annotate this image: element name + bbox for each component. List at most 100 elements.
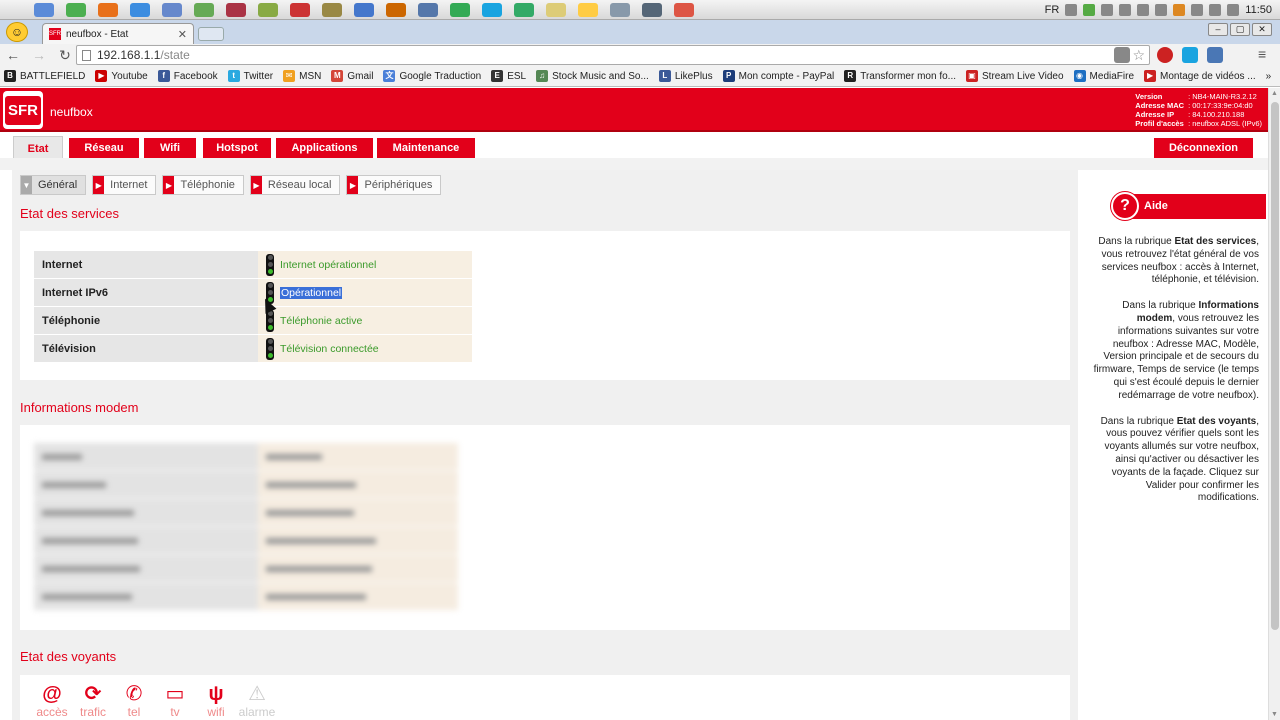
tray-icon[interactable] [1101,3,1114,16]
app-icon[interactable] [642,2,662,17]
app-icon[interactable] [226,2,246,17]
reload-icon[interactable]: ↻ [52,47,78,64]
browser-toolbar: ← → ↻ 192.168.1.1/state ☆ ≡ [0,44,1280,66]
volume-icon[interactable] [1227,3,1240,16]
maximize-icon[interactable]: ▢ [1230,23,1250,36]
flag-icon[interactable] [1119,3,1132,16]
app-icon[interactable] [450,2,470,17]
app-icon[interactable] [418,2,438,17]
logout-button[interactable]: Déconnexion [1154,138,1253,158]
app-icon[interactable] [322,2,342,17]
nav-wifi[interactable]: Wifi [144,138,196,158]
tray-icon[interactable] [1191,3,1204,16]
scroll-up-icon[interactable]: ▲ [1271,90,1278,97]
tray-icon[interactable] [1065,3,1078,16]
tray-icon[interactable] [1083,3,1096,16]
nav-etat[interactable]: Etat [13,136,63,160]
bookmarks-overflow-icon[interactable]: » [1266,71,1272,82]
voyant-trafic[interactable]: ⟳ trafic [73,683,113,719]
service-status-text: Télévision connectée [280,342,379,355]
help-icon[interactable]: ? [1111,192,1139,220]
app-icon[interactable] [610,2,630,17]
bookmark-item[interactable]: f Facebook [157,70,218,82]
google-icon[interactable] [1173,3,1186,16]
subtab-4[interactable]: ▶ Périphériques [346,175,442,195]
tray-icon[interactable] [1155,3,1168,16]
chrome-icon[interactable] [66,2,86,17]
scroll-thumb[interactable] [1271,102,1279,630]
ie-icon[interactable] [130,2,150,17]
bookmark-item[interactable]: L LikePlus [658,70,713,82]
bookmark-item[interactable]: P Mon compte - PayPal [722,70,834,82]
table-row: Internet Internet opérationnel [34,251,472,279]
bookmark-item[interactable]: t Twitter [227,70,273,82]
table-row [34,583,458,611]
subtab-3[interactable]: ▶ Réseau local [249,175,341,195]
clock[interactable]: 11:50 [1245,4,1272,16]
skype-icon[interactable] [482,2,502,17]
nav-maintenance[interactable]: Maintenance [377,138,475,158]
extension-icon[interactable] [1114,47,1130,63]
close-tab-icon[interactable]: ✕ [178,28,187,41]
voyant-tv[interactable]: ▭ tv [155,683,195,719]
app-icon[interactable] [162,2,182,17]
app-icon[interactable] [194,2,214,17]
adblock-icon[interactable] [1157,47,1173,63]
bookmark-item[interactable]: ▣ Stream Live Video [966,70,1064,82]
app-icon[interactable] [514,2,534,17]
nav-reseau[interactable]: Réseau [69,138,139,158]
sfr-logo[interactable]: SFR [3,91,43,129]
extension-icon[interactable] [1207,47,1223,63]
app-icon[interactable] [258,2,278,17]
subtab-2[interactable]: ▶ Téléphonie [162,175,244,195]
forward-icon[interactable]: → [26,47,52,63]
nav-hotspot[interactable]: Hotspot [203,138,271,158]
app-icon[interactable] [34,2,54,17]
table-row: Internet IPv6 Opérationnel [34,279,472,307]
bookmark-item[interactable]: M Gmail [331,70,373,82]
minimize-icon[interactable]: – [1208,23,1228,36]
scroll-down-icon[interactable]: ▼ [1271,711,1278,718]
service-status: Téléphonie active [258,307,472,335]
page-icon [82,50,91,61]
back-icon[interactable]: ← [0,47,26,63]
brand-name: neufbox [50,105,93,119]
bookmark-item[interactable]: ◉ MediaFire [1073,70,1134,82]
subtab-1[interactable]: ▶ Internet [92,175,157,195]
chrome-icon[interactable] [674,2,694,17]
address-bar[interactable]: 192.168.1.1/state ☆ [76,45,1150,65]
browser-tab[interactable]: SFR neufbox - Etat ✕ [42,23,194,44]
bookmark-item[interactable]: E ESL [491,70,526,82]
voyant-wifi[interactable]: ψ wifi [196,683,236,719]
app-icon[interactable] [354,2,374,17]
skype-extension-icon[interactable] [1182,47,1198,63]
bookmark-item[interactable]: ▶ Montage de vidéos ... [1144,70,1256,82]
bookmark-item[interactable]: ♫ Stock Music and So... [536,70,649,82]
service-label: Internet IPv6 [34,279,258,307]
bookmark-item[interactable]: B BATTLEFIELD [4,70,85,82]
app-icon[interactable] [290,2,310,17]
app-icon[interactable] [546,2,566,17]
tray-icon[interactable] [1137,3,1150,16]
voyant-tel[interactable]: ✆ tel [114,683,154,719]
menu-icon[interactable]: ≡ [1258,47,1274,63]
bookmark-star-icon[interactable]: ☆ [1132,47,1145,64]
app-icon[interactable] [386,2,406,17]
wifi-status-icon[interactable] [1209,3,1222,16]
new-tab-button[interactable] [198,27,224,41]
bookmark-item[interactable]: ▶ Youtube [95,70,148,82]
nav-applications[interactable]: Applications [276,138,373,158]
voyant-accès[interactable]: @ accès [32,683,72,719]
page-scrollbar[interactable]: ▲ ▼ [1268,88,1280,720]
subtab-0[interactable]: ▼ Général [20,175,87,195]
language-indicator[interactable]: FR [1045,4,1060,16]
firefox-icon[interactable] [98,2,118,17]
sfr-favicon-icon: SFR [49,28,61,40]
app-icon[interactable] [578,2,598,17]
bookmark-item[interactable]: R Transformer mon fo... [844,70,956,82]
bookmark-item[interactable]: 文 Google Traduction [383,70,481,82]
bookmark-item[interactable]: ✉ MSN [283,70,321,82]
close-window-icon[interactable]: ✕ [1252,23,1272,36]
voyant-alarme[interactable]: ⚠ alarme [237,683,277,719]
profile-avatar-icon[interactable]: ☺ [6,22,28,42]
